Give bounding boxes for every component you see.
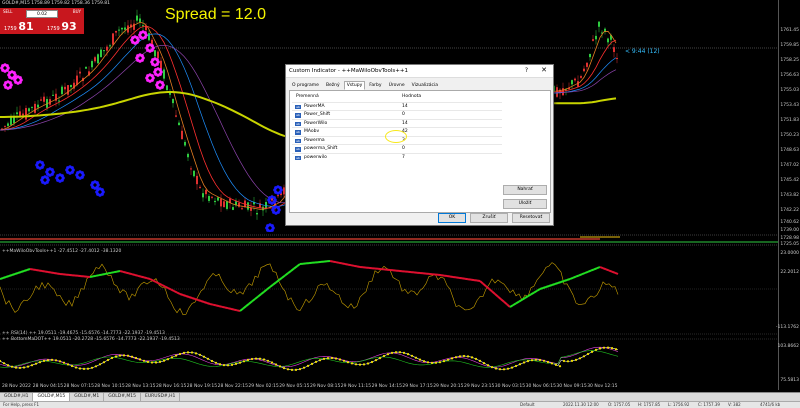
chart-tabs-bar: GOLD#,H1 GOLD#,M15 GOLD#,M1 GOLD#,M15 EURUSD… (0, 392, 800, 402)
status-bar: For Help, press F1 Default 2022.11.30 12… (0, 401, 800, 408)
bar-timer: < 9:44 (12) (625, 48, 660, 55)
buy-price: 1759 93 (47, 20, 77, 33)
inputs-table-header: Premenná Hodnota (292, 93, 502, 102)
time-label: 30 Nov 06:15 (525, 384, 556, 389)
buy-label: BUY (72, 9, 81, 14)
time-label: 29 Nov 08:15 (310, 384, 341, 389)
status-high: H: 1757.85 (638, 402, 661, 407)
time-label: 28 Nov 04:15 (32, 384, 64, 389)
input-row-powerma[interactable]: ab PowerMA 14 (292, 101, 502, 111)
time-axis: 28 Nov 2022 28 Nov 04:15 28 Nov 07:15 28 No… (0, 383, 778, 390)
variable-type-icon: ab (295, 121, 301, 126)
symbol-info: GOLD#,M15 1758.89 1759.82 1758.36 1759.8… (2, 1, 110, 6)
tab-about[interactable]: O programe (289, 81, 322, 90)
input-row-powerma-shift[interactable]: ab powerma_Shift 0 (292, 144, 502, 153)
variable-value[interactable]: 7 (402, 154, 405, 163)
one-click-trading-panel: SELL 1759 81 BUY 1759 93 0.02 (0, 8, 84, 34)
time-label: 29 Nov 05:15 (279, 384, 310, 389)
time-label: 30 Nov 12:15 (587, 384, 618, 389)
variable-name: powerwilo (304, 154, 327, 160)
time-label: 29 Nov 23:15 (464, 384, 495, 389)
custom-indicator-dialog: Custom Indicator - ++MaWiloObvTools++1 ?… (285, 64, 554, 226)
input-row-powerwilo[interactable]: ab PowerWilo 14 (292, 118, 502, 128)
time-label: 28 Nov 16:15 (156, 384, 187, 389)
tab-common[interactable]: Bežný (323, 81, 343, 90)
status-close: C: 1757.39 (698, 402, 720, 407)
time-label: 28 Nov 19:15 (186, 384, 218, 389)
time-label: 30 Nov 03:15 (494, 384, 526, 389)
reset-button[interactable]: Resetovať (512, 213, 550, 223)
variable-type-icon: ab (295, 138, 301, 143)
time-label: 28 Nov 10:15 (94, 384, 125, 389)
status-help: For Help, press F1 (3, 402, 40, 407)
dialog-tabs: O programe Bežný Vstupy Farby Úrovne Viz… (289, 81, 442, 90)
tab-inputs[interactable]: Vstupy (343, 81, 366, 90)
status-open: O: 1757.05 (608, 402, 631, 407)
time-label: 28 Nov 07:15 (63, 384, 94, 389)
time-label: 28 Nov 2022 (2, 384, 31, 389)
tab-visualization[interactable]: Vizualizácia (409, 81, 441, 90)
lot-size-input[interactable]: 0.02 (26, 10, 58, 18)
input-row-power-shift[interactable]: ab Power_Shift 0 (292, 110, 502, 119)
oscillator-label: ++MaWiloObvTools++1 -27.4512 -27.4012 -3… (2, 249, 122, 254)
bottom-label-1: ++ RSI(14) ++ 19.0511 -19.4675 -15.6576 … (2, 331, 165, 336)
save-button[interactable]: Uložiť (503, 199, 547, 209)
status-connection: 4741/6 kb (760, 402, 781, 407)
price-axis[interactable]: 1761.45 1759.85 1758.25 1756.63 1755.03 … (776, 0, 800, 390)
variable-type-icon: ab (295, 130, 301, 135)
value-highlight-circle (385, 130, 407, 143)
bottom-label-2: ++ BottomMaDOT++ 19.0511 -20.2728 -15.65… (2, 337, 180, 342)
ok-button[interactable]: OK (438, 213, 466, 223)
variable-type-icon: ab (295, 155, 301, 160)
dialog-title: Custom Indicator - ++MaWiloObvTools++1 (289, 68, 409, 74)
variable-type-icon: ab (295, 113, 301, 118)
column-value: Hodnota (402, 94, 422, 99)
variable-type-icon: ab (295, 147, 301, 152)
time-label: 29 Nov 20:15 (433, 384, 464, 389)
help-icon[interactable]: ? (525, 67, 528, 74)
cancel-button[interactable]: Zrušiť (470, 213, 508, 223)
indicator-pane-strip (0, 233, 778, 247)
sell-price: 1759 81 (4, 20, 34, 33)
inputs-panel: Premenná Hodnota ab PowerMA 14 ab Power_Shif… (289, 90, 551, 213)
oscillator-pane[interactable] (0, 249, 778, 329)
spread-label: Spread = 12.0 (165, 6, 266, 23)
time-label: 29 Nov 14:15 (371, 384, 402, 389)
variable-type-icon: ab (295, 104, 301, 109)
column-variable: Premenná (296, 94, 319, 99)
inputs-table: Premenná Hodnota ab PowerMA 14 ab Power_Shif… (292, 93, 502, 161)
status-low: L: 1756.92 (668, 402, 690, 407)
time-label: 29 Nov 11:15 (340, 384, 372, 389)
load-button[interactable]: Nahrať (503, 185, 547, 195)
status-time: 2022.11.30 12:00 (563, 402, 599, 407)
sell-label: SELL (3, 9, 13, 14)
time-label: 29 Nov 17:15 (402, 384, 433, 389)
input-row-powerwilo[interactable]: ab powerwilo 7 (292, 152, 502, 163)
dialog-titlebar[interactable]: Custom Indicator - ++MaWiloObvTools++1 ?… (286, 65, 553, 78)
tab-levels[interactable]: Úrovne (386, 81, 408, 90)
tab-colors[interactable]: Farby (366, 81, 384, 90)
status-profile: Default (520, 402, 535, 407)
status-volume: V: 382 (728, 402, 741, 407)
time-label: 28 Nov 22:15 (217, 384, 248, 389)
time-label: 30 Nov 09:15 (556, 384, 587, 389)
close-icon[interactable]: ✕ (541, 66, 547, 74)
time-label: 29 Nov 02:15 (248, 384, 279, 389)
time-label: 28 Nov 13:15 (125, 384, 156, 389)
